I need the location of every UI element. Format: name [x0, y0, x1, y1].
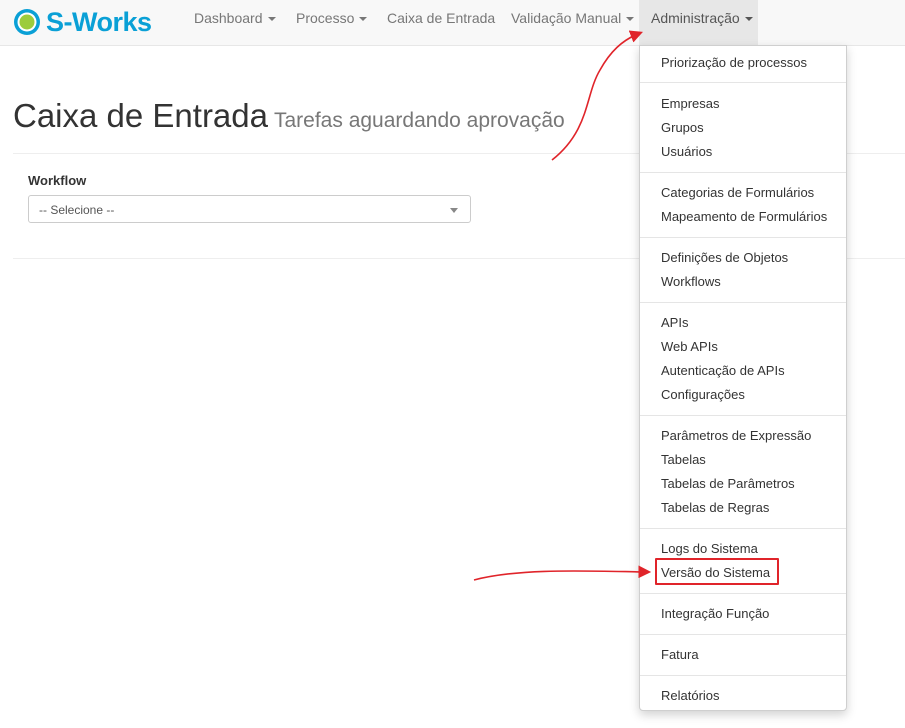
- menu-divider: [640, 593, 846, 594]
- nav-validacao-manual-label: Validação Manual: [511, 10, 622, 26]
- menu-item-configuracoes[interactable]: Configurações: [661, 387, 745, 402]
- menu-item-tabelas-de-parametros[interactable]: Tabelas de Parâmetros: [661, 476, 795, 491]
- menu-item-definicoes-de-objetos[interactable]: Definições de Objetos: [661, 250, 788, 265]
- menu-item-relatorios[interactable]: Relatórios: [661, 688, 720, 703]
- nav-processo[interactable]: Processo: [296, 0, 368, 45]
- menu-divider: [640, 302, 846, 303]
- menu-divider: [640, 675, 846, 676]
- administracao-dropdown-menu: Priorização de processos Empresas Grupos…: [639, 45, 847, 711]
- menu-divider: [640, 634, 846, 635]
- annotation-arrow-to-versao: [473, 565, 652, 581]
- menu-item-empresas[interactable]: Empresas: [661, 96, 720, 111]
- caret-down-icon: [359, 17, 368, 22]
- menu-item-mapeamento-de-formularios[interactable]: Mapeamento de Formulários: [661, 209, 827, 224]
- workflow-label: Workflow: [28, 173, 87, 188]
- page-header: Caixa de Entrada Tarefas aguardando aprov…: [13, 97, 565, 135]
- menu-item-tabelas[interactable]: Tabelas: [661, 452, 706, 467]
- caret-down-icon: [626, 17, 635, 22]
- menu-divider: [640, 82, 846, 83]
- menu-item-web-apis[interactable]: Web APIs: [661, 339, 718, 354]
- nav-dashboard[interactable]: Dashboard: [194, 0, 276, 45]
- menu-divider: [640, 415, 846, 416]
- nav-dashboard-label: Dashboard: [194, 10, 263, 26]
- workflow-select[interactable]: -- Selecione --: [28, 195, 471, 223]
- menu-item-tabelas-de-regras[interactable]: Tabelas de Regras: [661, 500, 769, 515]
- workflow-select-value: -- Selecione --: [39, 203, 115, 217]
- nav-administracao-label: Administração: [651, 10, 740, 26]
- menu-item-priorizacao-de-processos[interactable]: Priorização de processos: [661, 55, 807, 70]
- menu-item-apis[interactable]: APIs: [661, 315, 688, 330]
- caret-down-icon: [744, 17, 753, 22]
- menu-item-usuarios[interactable]: Usuários: [661, 144, 712, 159]
- menu-divider: [640, 172, 846, 173]
- page-title: Caixa de Entrada: [13, 97, 268, 134]
- brand-logo[interactable]: S-Works: [12, 5, 152, 39]
- brand-name: S-Works: [46, 6, 152, 37]
- menu-divider: [640, 237, 846, 238]
- annotation-arrow-to-admin-menu: [551, 30, 643, 161]
- menu-item-integracao-funcao[interactable]: Integração Função: [661, 606, 769, 621]
- menu-item-categorias-de-formularios[interactable]: Categorias de Formulários: [661, 185, 814, 200]
- top-navbar: S-Works Dashboard Processo Caixa de Entr…: [0, 0, 905, 46]
- annotation-highlight-box: [655, 558, 779, 585]
- menu-item-logs-do-sistema[interactable]: Logs do Sistema: [661, 541, 758, 556]
- page-subtitle: Tarefas aguardando aprovação: [274, 109, 565, 132]
- menu-item-grupos[interactable]: Grupos: [661, 120, 704, 135]
- menu-item-parametros-de-expressao[interactable]: Parâmetros de Expressão: [661, 428, 811, 443]
- s-works-logo-icon: [14, 9, 40, 35]
- nav-administracao[interactable]: Administração: [639, 0, 758, 45]
- nav-processo-label: Processo: [296, 10, 355, 26]
- select-arrow-icon: [450, 208, 458, 213]
- caret-down-icon: [267, 17, 276, 22]
- menu-divider: [640, 528, 846, 529]
- menu-item-autenticacao-de-apis[interactable]: Autenticação de APIs: [661, 363, 785, 378]
- nav-validacao-manual[interactable]: Validação Manual: [511, 0, 635, 45]
- nav-caixa-de-entrada[interactable]: Caixa de Entrada: [387, 0, 495, 45]
- menu-item-workflows[interactable]: Workflows: [661, 274, 721, 289]
- menu-item-fatura[interactable]: Fatura: [661, 647, 699, 662]
- nav-caixa-de-entrada-label: Caixa de Entrada: [387, 10, 496, 26]
